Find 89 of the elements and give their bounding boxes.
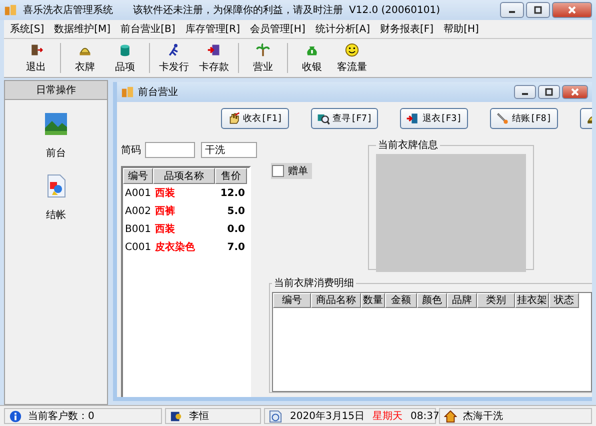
sidebar-item[interactable]: 前台 bbox=[42, 110, 70, 162]
smiley-icon bbox=[345, 42, 359, 56]
menu-item[interactable]: 库存管理[R] bbox=[185, 22, 240, 36]
user-name: 李恒 bbox=[189, 410, 209, 423]
column-header[interactable]: 状态 bbox=[549, 293, 579, 308]
table-cell-text: 皮衣染色 bbox=[154, 240, 196, 254]
table-cell-text: 西装 bbox=[154, 186, 176, 200]
column-header[interactable]: 商品名称 bbox=[311, 293, 361, 308]
menu-item[interactable]: 会员管理[H] bbox=[250, 22, 306, 36]
column-header[interactable]: 颜色 bbox=[417, 293, 447, 308]
group-title: 当前衣牌消费明细 bbox=[273, 276, 355, 290]
column-header[interactable]: 挂衣架 bbox=[515, 293, 549, 308]
action-button[interactable]: 退衣[F3] bbox=[400, 108, 468, 129]
table-cell-text: 7.0 bbox=[226, 242, 246, 252]
door-arrow-icon bbox=[207, 42, 221, 56]
table-cell-text: 12.0 bbox=[219, 188, 246, 198]
shop-name: 杰海干洗 bbox=[463, 410, 503, 423]
group-title: 当前衣牌信息 bbox=[377, 138, 439, 152]
column-header[interactable]: 售价 bbox=[215, 168, 247, 184]
sidebar-item[interactable]: 结帐 bbox=[42, 172, 70, 224]
house-icon bbox=[444, 410, 457, 422]
table-cell-text: A002 bbox=[124, 206, 152, 216]
toolbar-button[interactable]: 客流量 bbox=[332, 40, 372, 76]
table-cell-text: 5.0 bbox=[226, 206, 246, 216]
palm-tree-icon bbox=[256, 42, 270, 56]
toolbar-button[interactable]: 退出 bbox=[16, 40, 56, 76]
magnifier-icon bbox=[316, 112, 330, 125]
table-cell-text: 0.0 bbox=[226, 224, 246, 234]
menu-item[interactable]: 统计分析[A] bbox=[315, 22, 370, 36]
column-header[interactable]: 编号 bbox=[123, 168, 153, 184]
toolbar-button[interactable]: 品项 bbox=[105, 40, 145, 76]
door-arrow-icon bbox=[406, 112, 420, 125]
code-field[interactable] bbox=[145, 142, 195, 158]
menu-item[interactable]: 财务报表[F] bbox=[380, 22, 434, 36]
cylinder-icon bbox=[118, 42, 132, 56]
weekday-text: 星期天 bbox=[372, 410, 403, 423]
maximize-button[interactable] bbox=[526, 2, 550, 18]
window-icon bbox=[121, 86, 134, 98]
time-text: 08:37 bbox=[410, 410, 440, 422]
close-icon bbox=[567, 5, 577, 15]
maximize-button[interactable] bbox=[538, 85, 560, 99]
column-header[interactable]: 编号 bbox=[273, 293, 311, 308]
clock-icon bbox=[269, 410, 282, 422]
hand-icon bbox=[227, 112, 240, 125]
exit-door-icon bbox=[29, 42, 43, 56]
gift-checkbox[interactable]: 赠单 bbox=[271, 163, 312, 179]
version-text: V12.0 (20060101) bbox=[349, 4, 440, 16]
table-cell-text: B001 bbox=[124, 224, 152, 234]
toolbar-button[interactable]: 衣牌 bbox=[65, 40, 105, 76]
table-cell-text: A001 bbox=[124, 188, 152, 198]
registration-notice: 该软件还未注册，为保障你的利益，请及时注册 bbox=[133, 4, 343, 17]
toolbar-button[interactable]: 营业 bbox=[243, 40, 283, 76]
maximize-icon bbox=[533, 5, 543, 15]
close-button[interactable] bbox=[552, 2, 592, 18]
child-window-title: 前台营业 bbox=[138, 86, 178, 99]
sidebar-header: 日常操作 bbox=[5, 81, 107, 100]
pencil-icon bbox=[496, 112, 510, 125]
minimize-button[interactable] bbox=[500, 2, 524, 18]
date-text: 2020年3月15日 bbox=[290, 410, 365, 423]
menu-item[interactable]: 前台营业[B] bbox=[120, 22, 176, 36]
toolbar-button[interactable]: 卡存款 bbox=[194, 40, 234, 76]
category-field[interactable]: 干洗 bbox=[201, 142, 257, 158]
menu-item[interactable]: 数据维护[M] bbox=[54, 22, 111, 36]
column-header[interactable]: 类别 bbox=[477, 293, 515, 308]
table-cell-text: 西裤 bbox=[154, 204, 176, 218]
close-icon bbox=[570, 87, 580, 97]
window-title: 喜乐洗衣店管理系统 bbox=[23, 4, 113, 17]
code-label: 简码 bbox=[121, 144, 141, 157]
info-icon bbox=[9, 410, 22, 422]
action-button[interactable]: 结账[F8] bbox=[490, 108, 558, 129]
close-button[interactable] bbox=[562, 85, 588, 99]
customer-count: 当前客户数：0 bbox=[28, 410, 94, 423]
toolbar-button[interactable]: 卡发行 bbox=[154, 40, 194, 76]
minimize-button[interactable] bbox=[514, 85, 536, 99]
landscape-icon bbox=[44, 112, 68, 136]
menu-item[interactable]: 系统[S] bbox=[10, 22, 44, 36]
column-header[interactable]: 品牌 bbox=[447, 293, 477, 308]
column-header[interactable]: 数量 bbox=[361, 293, 385, 308]
action-button[interactable]: 查寻[F7] bbox=[310, 108, 378, 129]
app-icon bbox=[4, 4, 17, 16]
action-button[interactable]: 收衣[F1] bbox=[221, 108, 289, 129]
toolbar-button[interactable]: 收银 bbox=[292, 40, 332, 76]
user-icon bbox=[170, 410, 183, 422]
menu-item[interactable]: 帮助[H] bbox=[444, 22, 479, 36]
table-cell-text: C001 bbox=[124, 242, 152, 252]
column-header[interactable]: 金额 bbox=[385, 293, 417, 308]
maximize-icon bbox=[544, 87, 554, 97]
table-cell-text: 西装 bbox=[154, 222, 176, 236]
column-header[interactable]: 品项名称 bbox=[153, 168, 215, 184]
